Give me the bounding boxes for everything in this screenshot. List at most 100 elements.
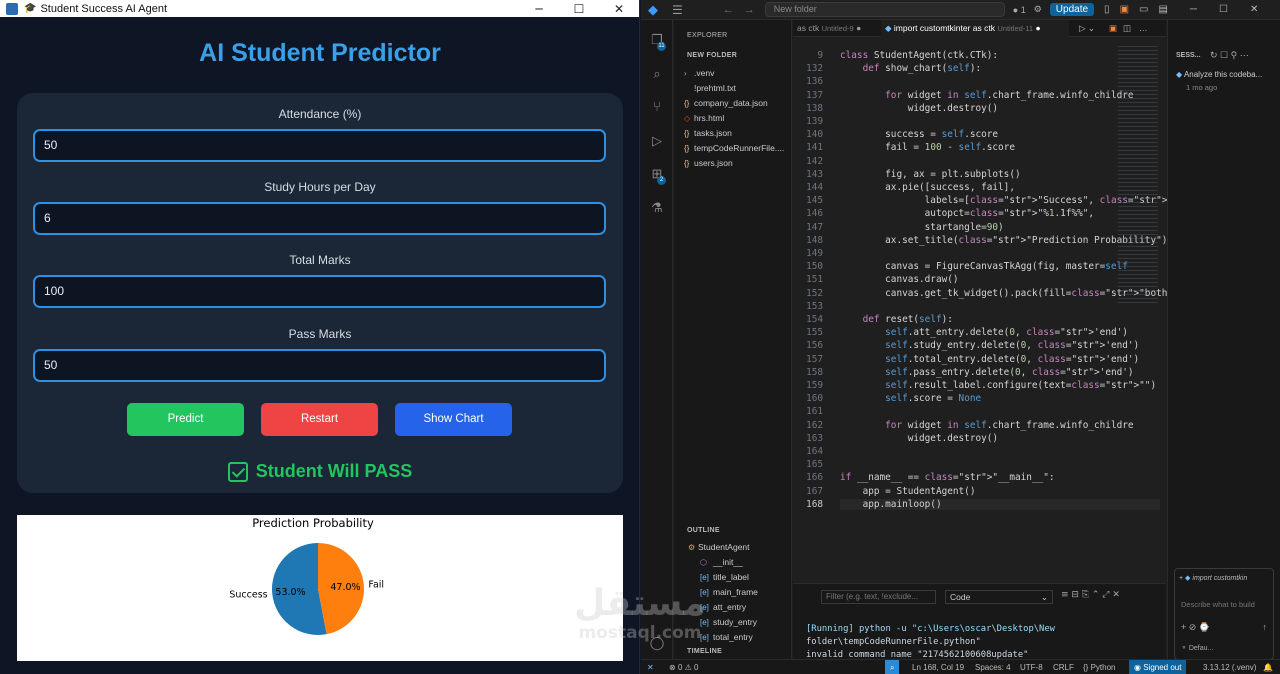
language-status[interactable]: {} Python [1083,660,1115,674]
line-number: 151 [806,274,823,286]
cursor-position[interactable]: Ln 168, Col 19 [912,660,964,674]
pass-marks-label: Pass Marks [288,327,352,341]
code-line: self.result_label.configure(text=class="… [885,380,1157,391]
signed-out-status[interactable]: ◉ Signed out [1129,660,1187,674]
line-number: 147 [806,221,823,233]
problems-status[interactable]: ⊗ 0 ⚠ 0 [669,660,698,674]
output-panel: Filter (e.g. text, !exclude... Code ⌄ ≡ … [793,583,1166,660]
minimap[interactable] [1118,46,1158,306]
file-item[interactable]: {} tempCodeRunnerFile.... [684,143,784,153]
outline-item[interactable]: [e] title_label [700,572,749,582]
chat-tools-icon[interactable]: + ⊘ ⌚ [1181,622,1210,633]
outline-root[interactable]: ⚙ StudentAgent [688,542,750,552]
chart-panel: Prediction Probability 53.0% Success 47.0%… [17,515,623,661]
chat-context-chip[interactable]: + ◆ import customtkin [1179,574,1247,582]
chat-session-item[interactable]: ◆ Analyze this codeba... [1176,70,1262,79]
split-editor-icon[interactable]: ◫ [1119,20,1135,37]
settings-sync-icon[interactable]: ⚙ [1034,4,1042,15]
close-icon[interactable]: ✕ [1250,4,1258,15]
source-control-icon[interactable]: ⑂ [649,99,665,115]
json-file-icon: {} [684,129,690,138]
remote-icon[interactable]: ✕ [647,660,654,674]
window-titlebar: 🎓 Student Success AI Agent ─ ☐ ✕ [0,0,639,17]
code-line: self.total_entry.delete(0, class="str">'… [885,353,1140,365]
layout-icon[interactable]: ▤ [1158,4,1167,15]
toggle-sidebar-icon[interactable]: ▯ [1104,4,1110,15]
run-debug-icon[interactable]: ▷ [649,133,665,149]
zoom-icon[interactable]: ⌕ [885,660,900,674]
file-item[interactable]: {} users.json [684,158,733,168]
back-icon[interactable]: ← [723,4,734,16]
outline-header[interactable]: OUTLINE [687,527,720,534]
sessions-header: SESS... [1176,52,1201,59]
eol-status[interactable]: CRLF [1053,660,1074,674]
line-number: 149 [806,248,823,259]
total-marks-input[interactable]: 100 [33,275,606,308]
code-line: for widget in self.chart_frame.winfo_chi… [885,419,1134,431]
chat-input-box[interactable]: + ◆ import customtkin Describe what to b… [1174,568,1274,660]
chat-mode-select[interactable]: ⚬ Defau... [1181,644,1213,652]
chevron-right-icon: › [684,69,687,78]
notifications-icon[interactable]: 🔔 [1263,660,1273,674]
line-number: 145 [806,195,823,207]
encoding-status[interactable]: UTF-8 [1020,660,1043,674]
minimize-icon[interactable]: ─ [519,2,559,16]
maximize-icon[interactable]: ☐ [1219,4,1228,15]
code-line: if __name__ == class="str">"__main__": [840,472,1055,484]
tab-untitled-11[interactable]: ◆ import customtkinter as ctk Untitled-1… [881,20,1069,37]
study-hours-label: Study Hours per Day [264,180,376,194]
indent-status[interactable]: Spaces: 4 [975,660,1011,674]
line-number: 137 [806,89,823,101]
status-bar: ✕ ⊗ 0 ⚠ 0 ⌕ Ln 168, Col 19 Spaces: 4 UTF… [641,659,1280,674]
line-number: 144 [806,182,823,193]
interpreter-status[interactable]: 3.13.12 (.venv) [1203,660,1256,674]
file-item[interactable]: {} tasks.json [684,128,732,138]
file-item[interactable]: !prehtml.txt [684,83,736,93]
outline-item[interactable]: ⬡ __init__ [700,557,743,567]
check-box-icon [227,461,248,482]
send-icon[interactable]: ↑ [1263,622,1268,632]
forward-icon[interactable]: → [744,4,755,16]
predict-button[interactable]: Predict [127,403,244,436]
menu-icon[interactable]: ☰ [672,3,683,17]
line-number: 153 [806,300,823,312]
output-channel-select[interactable]: Code ⌄ [945,590,1053,604]
tab-untitled-9[interactable]: as ctk Untitled-9 ● [793,20,865,37]
code-line: for widget in self.chart_frame.winfo_chi… [885,89,1134,101]
close-icon[interactable]: ✕ [599,2,639,16]
toggle-secondary-icon[interactable]: ▭ [1139,4,1148,15]
command-search[interactable]: New folder [764,2,1005,17]
timeline-header[interactable]: TIMELINE [687,648,722,655]
run-icon[interactable]: ▷ ⌄ [1075,20,1099,37]
show-chart-button[interactable]: Show Chart [395,403,512,436]
vscode-window: ◆ ☰ ← → New folder ● 1 ⚙ Update ▯ ▣ ▭ ▤ … [641,0,1280,674]
file-item[interactable]: › .venv [684,68,714,78]
chat-toolbar-icons[interactable]: ↻ ☐ ⚲ ⋯ [1210,50,1249,61]
watermark: مستقل mostaql.com [560,585,720,644]
more-actions-icon[interactable]: … [1135,20,1152,37]
search-icon[interactable]: ⌕ [649,66,665,82]
attendance-input[interactable]: 50 [33,129,606,162]
maximize-icon[interactable]: ☐ [559,2,599,16]
file-item[interactable]: {} company_data.json [684,98,768,108]
line-number: 150 [806,261,823,273]
testing-icon[interactable]: ⚗ [649,200,665,216]
update-button[interactable]: Update [1049,3,1095,16]
folder-header[interactable]: NEW FOLDER [687,52,737,59]
output-line: folder\tempCodeRunnerFile.python" [806,637,981,647]
copilot-icon[interactable]: ● 1 [1013,5,1026,15]
study-hours-input[interactable]: 6 [33,202,606,235]
html-file-icon: ◇ [684,114,691,123]
output-actions-icon[interactable]: ≡ ⊟ ⎘ ⌃ ⤢ ✕ [1061,590,1120,600]
pie-percent-label: 47.0% [330,582,360,593]
json-file-icon: {} [684,144,690,153]
toggle-panel-icon[interactable]: ▣ [1120,4,1129,15]
file-item[interactable]: ◇ hrs.html [684,113,724,123]
minimize-icon[interactable]: ─ [1190,4,1197,15]
pass-marks-input[interactable]: 50 [33,349,606,382]
vscode-titlebar: ◆ ☰ ← → New folder ● 1 ⚙ Update ▯ ▣ ▭ ▤ … [641,0,1280,20]
restart-button[interactable]: Restart [261,403,378,436]
variable-icon: [e] [700,573,709,582]
output-filter-input[interactable]: Filter (e.g. text, !exclude... [821,590,936,604]
code-line: ax.pie([success, fail], [840,182,1015,193]
